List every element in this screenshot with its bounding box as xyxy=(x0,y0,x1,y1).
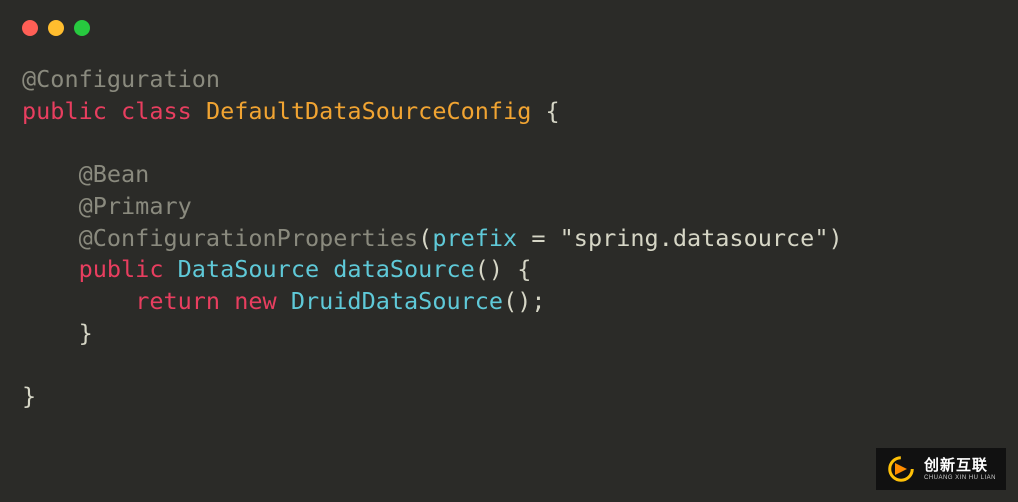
maximize-icon[interactable] xyxy=(74,20,90,36)
keyword-class: class xyxy=(121,97,192,125)
equals: = xyxy=(517,224,559,252)
badge-title-en: CHUANG XIN HU LIAN xyxy=(924,475,996,481)
return-type: DataSource xyxy=(178,255,319,283)
paren: ( xyxy=(418,224,432,252)
annotation: @Configuration xyxy=(22,65,220,93)
minimize-icon[interactable] xyxy=(48,20,64,36)
code-window: @Configuration public class DefaultDataS… xyxy=(0,0,1018,502)
badge-title-cn: 创新互联 xyxy=(924,458,996,473)
parens: () xyxy=(475,255,503,283)
badge-text: 创新互联 CHUANG XIN HU LIAN xyxy=(924,458,996,481)
window-controls xyxy=(22,20,996,36)
paren: ) xyxy=(828,224,842,252)
close-icon[interactable] xyxy=(22,20,38,36)
brace: } xyxy=(22,382,36,410)
param-name: prefix xyxy=(432,224,517,252)
brace: { xyxy=(531,97,559,125)
class-name: DefaultDataSourceConfig xyxy=(206,97,531,125)
keyword-public: public xyxy=(22,97,107,125)
constructor: DruidDataSource xyxy=(291,287,503,315)
method-name: dataSource xyxy=(333,255,474,283)
keyword-return: return xyxy=(135,287,220,315)
indent xyxy=(22,319,79,347)
annotation: @Bean xyxy=(79,160,150,188)
keyword-public: public xyxy=(79,255,164,283)
annotation: @ConfigurationProperties xyxy=(79,224,419,252)
indent xyxy=(22,255,79,283)
logo-icon xyxy=(886,454,916,484)
brace: { xyxy=(503,255,531,283)
indent xyxy=(22,160,79,188)
indent xyxy=(22,224,79,252)
indent xyxy=(22,287,135,315)
string-literal: "spring.datasource" xyxy=(560,224,829,252)
indent xyxy=(22,192,79,220)
annotation: @Primary xyxy=(79,192,192,220)
keyword-new: new xyxy=(234,287,276,315)
call-tail: (); xyxy=(503,287,545,315)
watermark-badge: 创新互联 CHUANG XIN HU LIAN xyxy=(876,448,1006,490)
brace: } xyxy=(79,319,93,347)
code-block: @Configuration public class DefaultDataS… xyxy=(22,64,996,413)
